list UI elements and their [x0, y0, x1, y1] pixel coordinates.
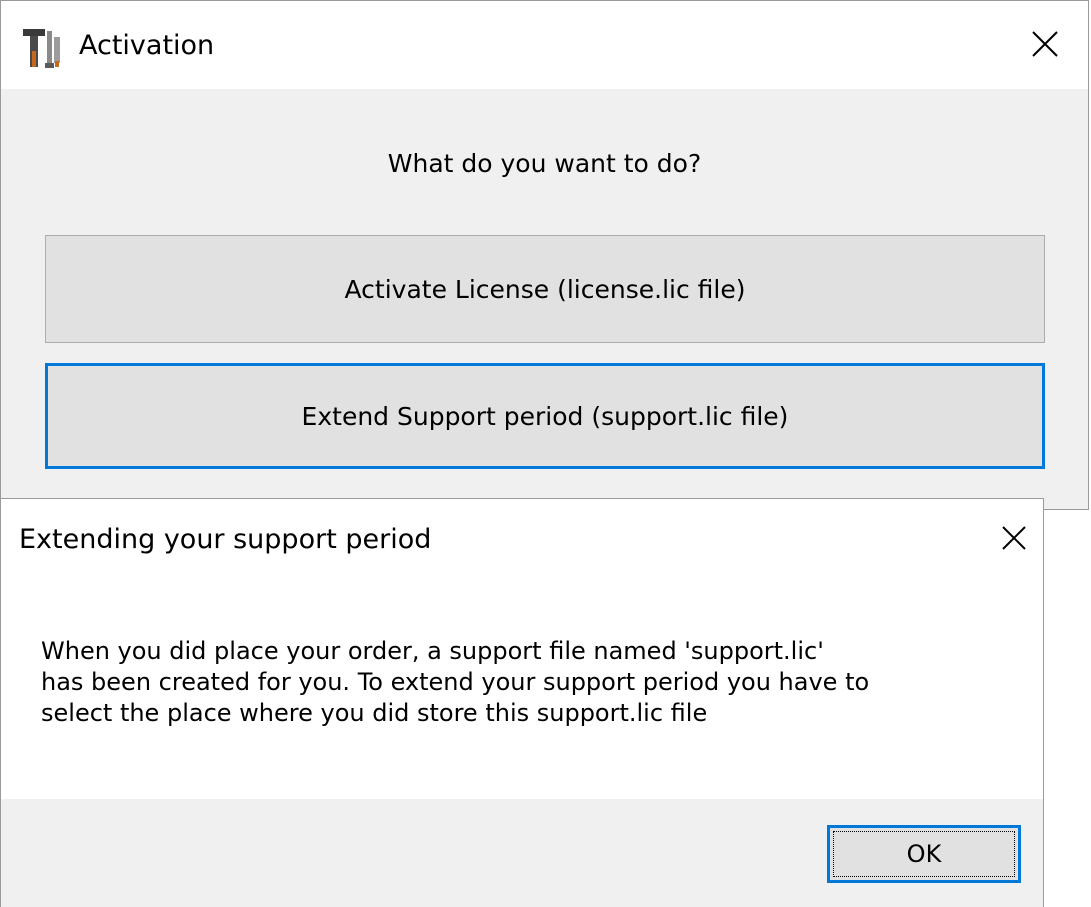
message-body: When you did place your order, a support… [41, 637, 870, 727]
message-box-title: Extending your support period [19, 524, 432, 555]
extend-support-button[interactable]: Extend Support period (support.lic file) [45, 363, 1045, 469]
close-icon [1031, 30, 1059, 62]
activation-window: Activation What do you want to do? Activ… [0, 0, 1089, 510]
message-box-footer: OK [1, 799, 1043, 907]
activate-license-button[interactable]: Activate License (license.lic file) [45, 235, 1045, 343]
close-icon [1001, 525, 1027, 555]
ok-button[interactable]: OK [827, 825, 1021, 883]
activation-titlebar: Activation [1, 1, 1088, 89]
activation-window-title: Activation [79, 30, 215, 61]
screen: Activation What do you want to do? Activ… [0, 0, 1091, 907]
activation-question: What do you want to do? [387, 149, 702, 178]
message-box: Extending your support period When you d… [0, 498, 1044, 907]
message-box-close-button[interactable] [991, 517, 1037, 563]
activation-close-button[interactable] [1022, 23, 1068, 69]
tools-app-icon [21, 27, 63, 69]
